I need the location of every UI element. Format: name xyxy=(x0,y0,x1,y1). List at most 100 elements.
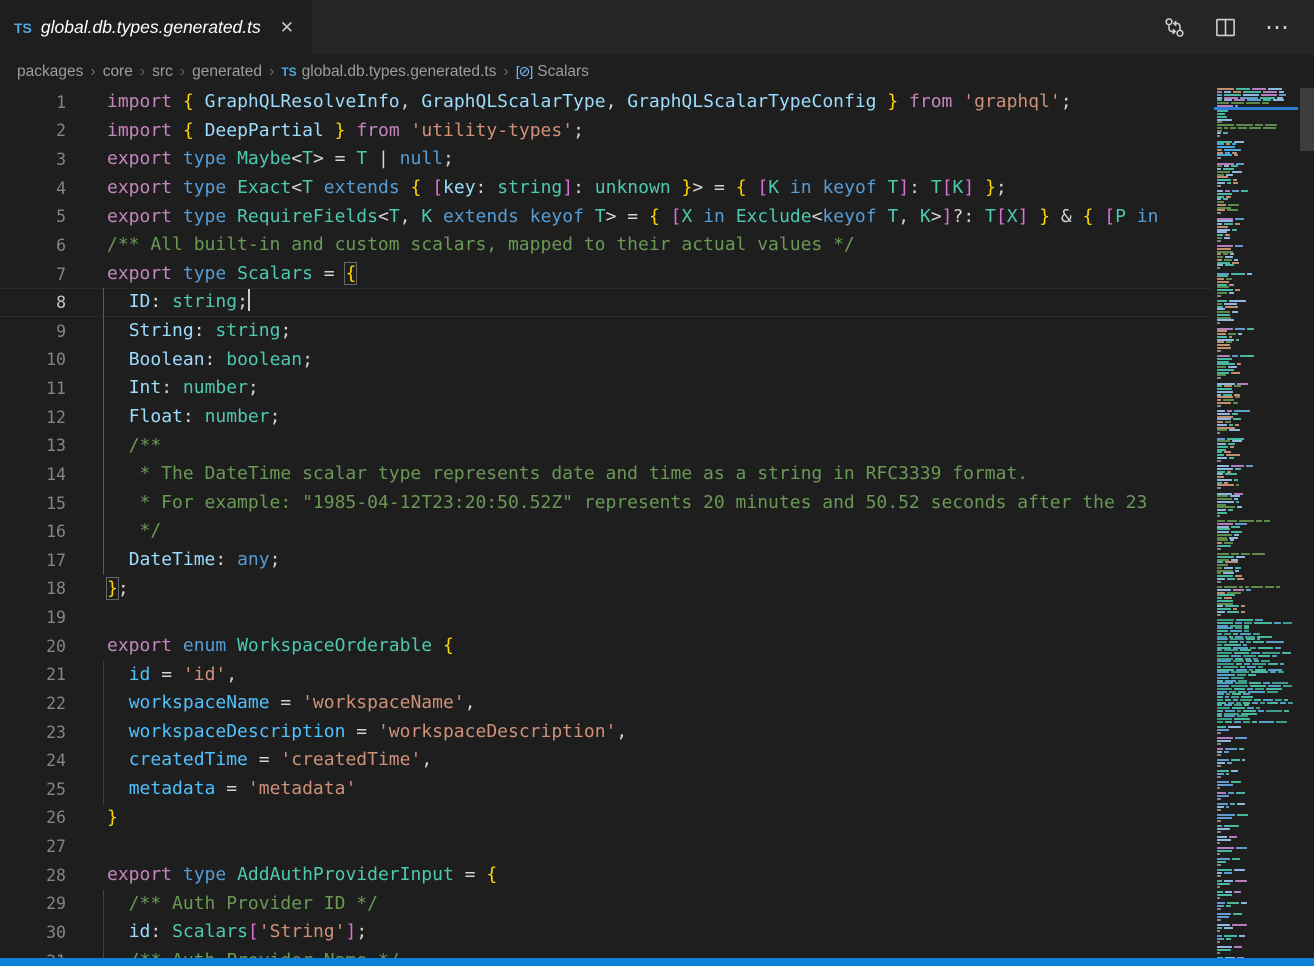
code-text[interactable]: export type RequireFields<T, K extends k… xyxy=(107,203,1159,232)
code-text[interactable]: workspaceDescription = 'workspaceDescrip… xyxy=(107,718,627,747)
code-line-6[interactable]: 6 /** All built-in and custom scalars, ma… xyxy=(0,231,1212,260)
code-line-16[interactable]: 16 */ xyxy=(0,517,1212,546)
code-text[interactable]: metadata = 'metadata' xyxy=(107,775,356,804)
code-line-11[interactable]: 11 Int: number; xyxy=(0,374,1212,403)
code-text[interactable]: } xyxy=(107,804,118,833)
line-number[interactable]: 27 xyxy=(0,837,66,856)
code-text[interactable]: Boolean: boolean; xyxy=(107,346,313,375)
code-line-27[interactable]: 27 xyxy=(0,832,1212,861)
code-line-28[interactable]: 28 export type AddAuthProviderInput = { xyxy=(0,861,1212,890)
line-number[interactable]: 25 xyxy=(0,780,66,799)
code-line-5[interactable]: 5 export type RequireFields<T, K extends … xyxy=(0,203,1212,232)
line-number[interactable]: 11 xyxy=(0,379,66,398)
line-number[interactable]: 2 xyxy=(0,121,66,140)
code-line-24[interactable]: 24 createdTime = 'createdTime', xyxy=(0,746,1212,775)
code-line-9[interactable]: 9 String: string; xyxy=(0,317,1212,346)
code-line-12[interactable]: 12 Float: number; xyxy=(0,403,1212,432)
code-text[interactable]: ID: string; xyxy=(107,288,250,317)
line-number[interactable]: 30 xyxy=(0,923,66,942)
more-actions-icon[interactable]: ⋯ xyxy=(1265,16,1290,40)
line-number[interactable]: 16 xyxy=(0,522,66,541)
vertical-scrollbar[interactable] xyxy=(1300,88,1314,958)
close-icon[interactable]: ✕ xyxy=(280,19,294,36)
code-text[interactable]: * For example: "1985-04-12T23:20:50.52Z"… xyxy=(107,489,1147,518)
code-line-22[interactable]: 22 workspaceName = 'workspaceName', xyxy=(0,689,1212,718)
code-text[interactable]: export type Scalars = { xyxy=(107,260,356,289)
breadcrumb-item-scalars[interactable]: [⊘]Scalars xyxy=(516,63,589,81)
breadcrumb-item-src[interactable]: src xyxy=(152,63,173,81)
code-line-30[interactable]: 30 id: Scalars['String']; xyxy=(0,918,1212,947)
code-text[interactable]: export enum WorkspaceOrderable { xyxy=(107,632,454,661)
line-number[interactable]: 7 xyxy=(0,265,66,284)
breadcrumb-item-packages[interactable]: packages xyxy=(17,63,83,81)
code-line-19[interactable]: 19 xyxy=(0,603,1212,632)
code-line-17[interactable]: 17 DateTime: any; xyxy=(0,546,1212,575)
split-editor-icon[interactable] xyxy=(1214,16,1237,39)
line-number[interactable]: 9 xyxy=(0,322,66,341)
line-number[interactable]: 19 xyxy=(0,608,66,627)
line-number[interactable]: 18 xyxy=(0,579,66,598)
code-text[interactable]: /** All built-in and custom scalars, map… xyxy=(107,231,855,260)
code-line-20[interactable]: 20 export enum WorkspaceOrderable { xyxy=(0,632,1212,661)
code-text[interactable]: import { GraphQLResolveInfo, GraphQLScal… xyxy=(107,88,1072,117)
line-number[interactable]: 3 xyxy=(0,150,66,169)
scrollbar-thumb[interactable] xyxy=(1300,88,1314,151)
line-number[interactable]: 14 xyxy=(0,465,66,484)
line-number[interactable]: 13 xyxy=(0,436,66,455)
line-number[interactable]: 5 xyxy=(0,207,66,226)
breadcrumb-item-generated[interactable]: generated xyxy=(192,63,262,81)
code-text[interactable]: Int: number; xyxy=(107,374,259,403)
line-number[interactable]: 20 xyxy=(0,637,66,656)
line-number[interactable]: 21 xyxy=(0,665,66,684)
line-number[interactable]: 10 xyxy=(0,350,66,369)
code-text[interactable]: export type Maybe<T> = T | null; xyxy=(107,145,454,174)
code-text[interactable]: Float: number; xyxy=(107,403,280,432)
code-line-2[interactable]: 2 import { DeepPartial } from 'utility-ty… xyxy=(0,117,1212,146)
breadcrumb-item-core[interactable]: core xyxy=(103,63,133,81)
line-number[interactable]: 23 xyxy=(0,723,66,742)
compare-changes-icon[interactable] xyxy=(1163,16,1186,39)
code-line-4[interactable]: 4 export type Exact<T extends { [key: str… xyxy=(0,174,1212,203)
code-line-3[interactable]: 3 export type Maybe<T> = T | null; xyxy=(0,145,1212,174)
code-line-18[interactable]: 18}; xyxy=(0,575,1212,604)
line-number[interactable]: 26 xyxy=(0,808,66,827)
code-line-26[interactable]: 26} xyxy=(0,804,1212,833)
line-number[interactable]: 6 xyxy=(0,236,66,255)
code-line-29[interactable]: 29 /** Auth Provider ID */ xyxy=(0,890,1212,919)
status-bar[interactable] xyxy=(0,958,1314,966)
code-line-25[interactable]: 25 metadata = 'metadata' xyxy=(0,775,1212,804)
line-number[interactable]: 17 xyxy=(0,551,66,570)
code-text[interactable]: /** xyxy=(107,432,161,461)
code-line-15[interactable]: 15 * For example: "1985-04-12T23:20:50.5… xyxy=(0,489,1212,518)
line-number[interactable]: 15 xyxy=(0,494,66,513)
code-text[interactable]: workspaceName = 'workspaceName', xyxy=(107,689,476,718)
code-text[interactable]: */ xyxy=(107,517,161,546)
code-text[interactable]: createdTime = 'createdTime', xyxy=(107,746,432,775)
code-line-14[interactable]: 14 * The DateTime scalar type represents… xyxy=(0,460,1212,489)
code-text[interactable]: export type AddAuthProviderInput = { xyxy=(107,861,497,890)
minimap[interactable] xyxy=(1212,88,1300,958)
line-number[interactable]: 4 xyxy=(0,179,66,198)
line-number[interactable]: 28 xyxy=(0,866,66,885)
code-text[interactable]: String: string; xyxy=(107,317,291,346)
line-number[interactable]: 12 xyxy=(0,408,66,427)
tab-global-db-types-generated[interactable]: TS global.db.types.generated.ts ✕ xyxy=(0,0,312,55)
line-number[interactable]: 24 xyxy=(0,751,66,770)
code-line-8[interactable]: 8 ID: string; xyxy=(0,288,1212,317)
code-text[interactable]: }; xyxy=(107,575,129,604)
code-text[interactable]: export type Exact<T extends { [key: stri… xyxy=(107,174,1007,203)
code-text[interactable]: id: Scalars['String']; xyxy=(107,918,367,947)
line-number[interactable]: 29 xyxy=(0,894,66,913)
breadcrumb-item-global-db-types-generated-ts[interactable]: TSglobal.db.types.generated.ts xyxy=(281,63,496,81)
code-text[interactable]: import { DeepPartial } from 'utility-typ… xyxy=(107,117,584,146)
line-number[interactable]: 22 xyxy=(0,694,66,713)
code-editor[interactable]: 1 import { GraphQLResolveInfo, GraphQLSca… xyxy=(0,88,1212,958)
line-number[interactable]: 8 xyxy=(0,293,66,312)
code-line-7[interactable]: 7 export type Scalars = { xyxy=(0,260,1212,289)
code-text[interactable]: DateTime: any; xyxy=(107,546,280,575)
line-number[interactable]: 1 xyxy=(0,93,66,112)
code-text[interactable]: /** Auth Provider ID */ xyxy=(107,890,378,919)
code-line-1[interactable]: 1 import { GraphQLResolveInfo, GraphQLSca… xyxy=(0,88,1212,117)
code-line-10[interactable]: 10 Boolean: boolean; xyxy=(0,346,1212,375)
code-line-21[interactable]: 21 id = 'id', xyxy=(0,661,1212,690)
